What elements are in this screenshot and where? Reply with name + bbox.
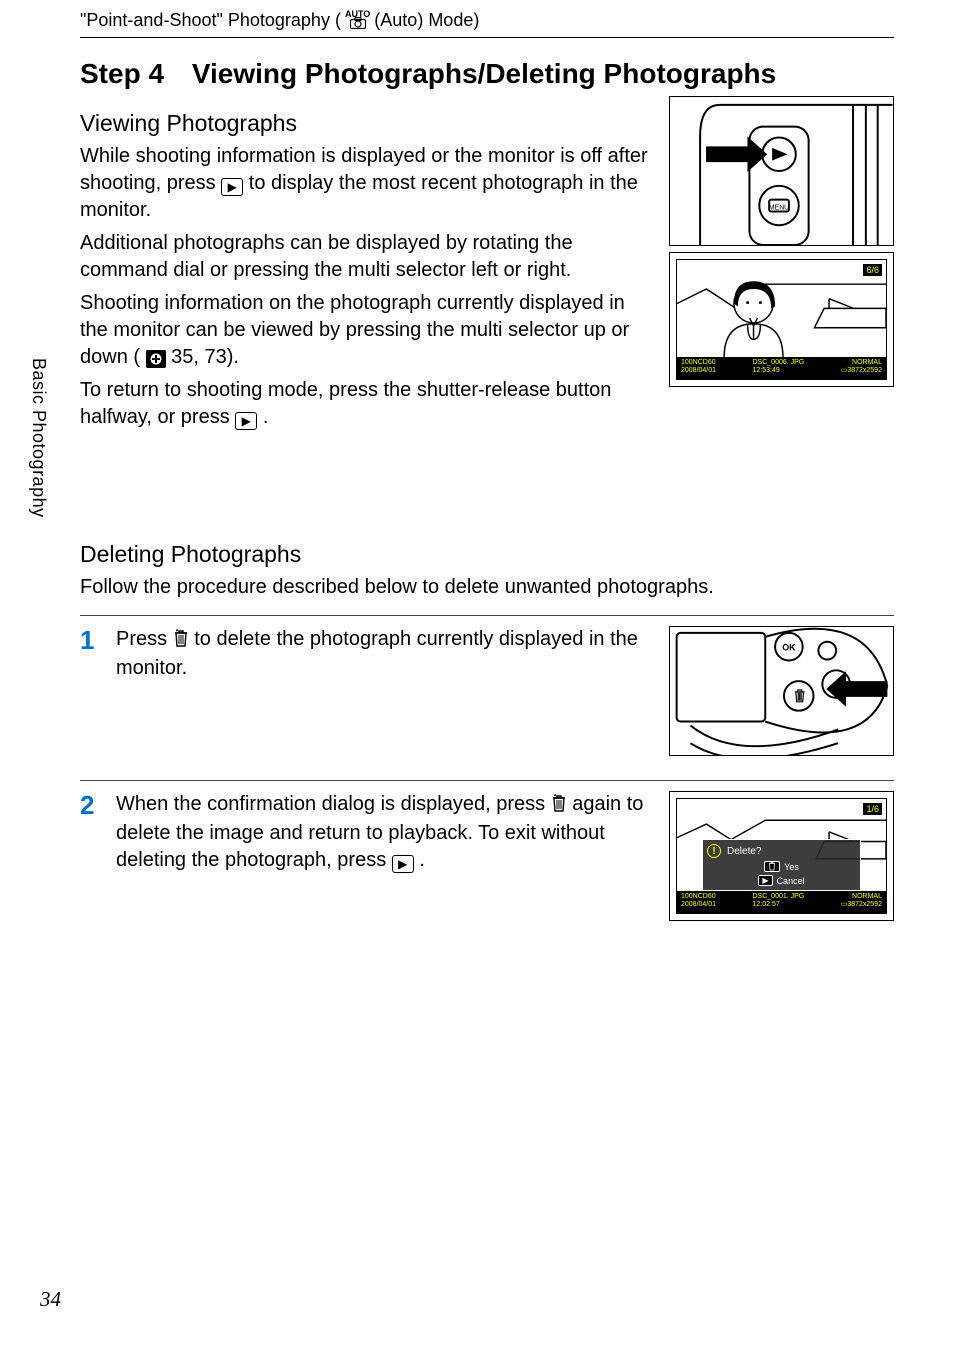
step2-c: . <box>419 849 425 871</box>
viewing-p3: Shooting information on the photograph c… <box>80 290 649 371</box>
page-number: 34 <box>40 1287 61 1312</box>
delete-dialog: ! Delete? Yes ▶ Cancel <box>702 839 861 891</box>
confirm-cancel-label: Cancel <box>777 876 805 886</box>
delete-question: Delete? <box>727 846 761 857</box>
ok-button-label: OK <box>782 643 796 653</box>
info-filename: DSC_0006. JPG <box>753 359 805 367</box>
delete-confirm-illustration: 1/6 ! Delete? Yes <box>669 791 894 921</box>
playback-screen-illustration: 6/6 100NCD60 2008/04/01 DSC_0006. JPG 12… <box>669 252 894 387</box>
warning-icon: ! <box>707 844 721 858</box>
viewing-p4b: . <box>263 406 269 428</box>
section-heading-text: Viewing Photographs/Deleting Photographs <box>192 58 776 89</box>
info-date: 2008/04/01 <box>681 901 716 909</box>
info-date: 2008/04/01 <box>681 367 716 375</box>
divider <box>80 780 894 781</box>
menu-button-label: MENU <box>769 204 789 211</box>
viewing-heading: Viewing Photographs <box>80 110 649 137</box>
delete-button-illustration: OK <box>669 626 894 756</box>
viewing-p1: While shooting information is displayed … <box>80 143 649 224</box>
step-2-text: When the confirmation dialog is displaye… <box>116 791 653 874</box>
confirm-yes-label: Yes <box>784 862 799 872</box>
viewing-p2: Additional photographs can be displayed … <box>80 230 649 284</box>
frame-counter: 1/6 <box>863 803 882 815</box>
viewing-p3b: 35, 73). <box>171 346 239 368</box>
step-number: 2 <box>80 791 100 820</box>
playback-info-bar: 100NCD60 2008/04/01 DSC_0006. JPG 12:53:… <box>677 357 886 379</box>
info-filename: DSC_0001. JPG <box>753 893 805 901</box>
viewing-p4a: To return to shooting mode, press the sh… <box>80 379 611 428</box>
step-1-text: Press to delete the photograph currently… <box>116 626 653 682</box>
playback-button-icon: ▶ <box>221 178 243 196</box>
info-size: 3872x2592 <box>847 901 882 908</box>
info-size: 3872x2592 <box>847 367 882 374</box>
trash-icon <box>173 628 189 655</box>
info-time: 12:53:49 <box>753 367 805 375</box>
viewing-p4: To return to shooting mode, press the sh… <box>80 377 649 431</box>
playback-button-icon: ▶ <box>392 855 414 873</box>
info-quality: NORMAL <box>841 359 882 367</box>
step-label: Step 4 <box>80 58 164 89</box>
playback-icon-badge: ▶ <box>758 875 772 886</box>
divider <box>80 615 894 616</box>
step-number: 1 <box>80 626 100 655</box>
auto-mode-icon: AUTO <box>345 12 370 30</box>
info-quality: NORMAL <box>841 893 882 901</box>
section-title: Step 4 Viewing Photographs/Deleting Phot… <box>80 58 894 90</box>
step2-a: When the confirmation dialog is displaye… <box>116 793 551 815</box>
trash-icon <box>551 793 567 820</box>
arrow-icon <box>826 671 887 706</box>
reference-icon <box>146 350 166 368</box>
info-folder: 100NCD60 <box>681 893 716 901</box>
deleting-heading: Deleting Photographs <box>80 541 894 568</box>
camera-icon <box>350 17 366 30</box>
sidebar-chapter-label: Basic Photography <box>28 358 49 518</box>
frame-counter: 6/6 <box>863 264 882 276</box>
running-head-suffix: (Auto) Mode) <box>374 10 479 31</box>
camera-back-illustration: MENU <box>669 96 894 246</box>
deleting-intro: Follow the procedure described below to … <box>80 574 894 601</box>
playback-info-bar: 100NCD60 2008/04/01 DSC_0001. JPG 12:02:… <box>677 891 886 913</box>
info-time: 12:02:57 <box>753 901 805 909</box>
step1-a: Press <box>116 628 173 650</box>
step1-b: to delete the photograph currently displ… <box>116 628 638 679</box>
running-head-prefix: "Point-and-Shoot" Photography ( <box>80 10 341 31</box>
arrow-icon <box>706 136 767 172</box>
trash-icon <box>795 690 805 702</box>
running-head: "Point-and-Shoot" Photography ( AUTO (Au… <box>80 10 894 38</box>
trash-icon-badge <box>764 861 780 872</box>
info-folder: 100NCD60 <box>681 359 716 367</box>
playback-button-icon: ▶ <box>235 412 257 430</box>
